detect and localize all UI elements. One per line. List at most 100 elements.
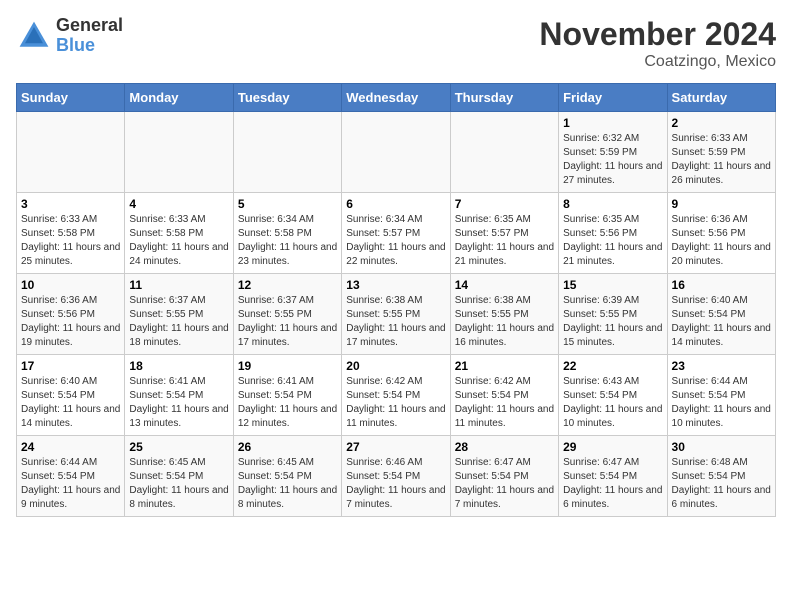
day-detail: Sunrise: 6:44 AM Sunset: 5:54 PM Dayligh…	[21, 456, 120, 512]
calendar-cell: 21Sunrise: 6:42 AM Sunset: 5:54 PM Dayli…	[450, 355, 558, 436]
logo-icon	[16, 18, 52, 54]
calendar-cell: 5Sunrise: 6:34 AM Sunset: 5:58 PM Daylig…	[233, 193, 341, 274]
day-number: 24	[21, 440, 120, 454]
day-detail: Sunrise: 6:45 AM Sunset: 5:54 PM Dayligh…	[129, 456, 228, 512]
day-number: 8	[563, 197, 662, 211]
title-block: November 2024 Coatzingo, Mexico	[539, 16, 776, 71]
calendar-cell: 10Sunrise: 6:36 AM Sunset: 5:56 PM Dayli…	[17, 274, 125, 355]
calendar-cell: 28 Sunrise: 6:47 AM Sunset: 5:54 PM Dayli…	[450, 436, 558, 517]
header-day-thursday: Thursday	[450, 84, 558, 112]
calendar-cell: 11 Sunrise: 6:37 AM Sunset: 5:55 PM Dayli…	[125, 274, 233, 355]
day-detail: Sunrise: 6:37 AM Sunset: 5:55 PM Dayligh…	[238, 294, 337, 350]
header-row: SundayMondayTuesdayWednesdayThursdayFrid…	[17, 84, 776, 112]
page-title: November 2024	[539, 16, 776, 53]
day-detail: Sunrise: 6:41 AM Sunset: 5:54 PM Dayligh…	[129, 375, 228, 431]
calendar-cell: 18 Sunrise: 6:41 AM Sunset: 5:54 PM Dayli…	[125, 355, 233, 436]
calendar-week-4: 24 Sunrise: 6:44 AM Sunset: 5:54 PM Dayli…	[17, 436, 776, 517]
day-number: 14	[455, 278, 554, 292]
day-number: 26	[238, 440, 337, 454]
day-number: 2	[672, 116, 771, 130]
day-detail: Sunrise: 6:48 AM Sunset: 5:54 PM Dayligh…	[672, 456, 771, 512]
calendar-cell: 13 Sunrise: 6:38 AM Sunset: 5:55 PM Dayli…	[342, 274, 450, 355]
calendar-table: SundayMondayTuesdayWednesdayThursdayFrid…	[16, 83, 776, 517]
day-detail: Sunrise: 6:34 AM Sunset: 5:58 PM Dayligh…	[238, 213, 337, 269]
calendar-cell: 12 Sunrise: 6:37 AM Sunset: 5:55 PM Dayli…	[233, 274, 341, 355]
day-number: 27	[346, 440, 445, 454]
day-number: 4	[129, 197, 228, 211]
day-detail: Sunrise: 6:43 AM Sunset: 5:54 PM Dayligh…	[563, 375, 662, 431]
calendar-cell	[17, 112, 125, 193]
header-day-sunday: Sunday	[17, 84, 125, 112]
day-detail: Sunrise: 6:42 AM Sunset: 5:54 PM Dayligh…	[346, 375, 445, 431]
day-detail: Sunrise: 6:41 AM Sunset: 5:54 PM Dayligh…	[238, 375, 337, 431]
day-detail: Sunrise: 6:45 AM Sunset: 5:54 PM Dayligh…	[238, 456, 337, 512]
day-detail: Sunrise: 6:39 AM Sunset: 5:55 PM Dayligh…	[563, 294, 662, 350]
day-detail: Sunrise: 6:33 AM Sunset: 5:58 PM Dayligh…	[21, 213, 120, 269]
page-subtitle: Coatzingo, Mexico	[539, 53, 776, 71]
day-detail: Sunrise: 6:35 AM Sunset: 5:57 PM Dayligh…	[455, 213, 554, 269]
calendar-cell: 22 Sunrise: 6:43 AM Sunset: 5:54 PM Dayli…	[559, 355, 667, 436]
calendar-header: SundayMondayTuesdayWednesdayThursdayFrid…	[17, 84, 776, 112]
day-detail: Sunrise: 6:44 AM Sunset: 5:54 PM Dayligh…	[672, 375, 771, 431]
day-number: 11	[129, 278, 228, 292]
day-detail: Sunrise: 6:47 AM Sunset: 5:54 PM Dayligh…	[455, 456, 554, 512]
day-number: 7	[455, 197, 554, 211]
calendar-cell: 27 Sunrise: 6:46 AM Sunset: 5:54 PM Dayli…	[342, 436, 450, 517]
day-detail: Sunrise: 6:33 AM Sunset: 5:58 PM Dayligh…	[129, 213, 228, 269]
day-detail: Sunrise: 6:38 AM Sunset: 5:55 PM Dayligh…	[346, 294, 445, 350]
day-detail: Sunrise: 6:40 AM Sunset: 5:54 PM Dayligh…	[672, 294, 771, 350]
logo-text: General Blue	[56, 16, 123, 56]
calendar-cell: 17Sunrise: 6:40 AM Sunset: 5:54 PM Dayli…	[17, 355, 125, 436]
logo-blue: Blue	[56, 36, 123, 56]
day-number: 3	[21, 197, 120, 211]
day-detail: Sunrise: 6:33 AM Sunset: 5:59 PM Dayligh…	[672, 132, 771, 188]
day-number: 10	[21, 278, 120, 292]
day-number: 20	[346, 359, 445, 373]
day-number: 18	[129, 359, 228, 373]
calendar-cell: 29Sunrise: 6:47 AM Sunset: 5:54 PM Dayli…	[559, 436, 667, 517]
logo: General Blue	[16, 16, 123, 56]
day-number: 21	[455, 359, 554, 373]
calendar-cell: 8 Sunrise: 6:35 AM Sunset: 5:56 PM Daylig…	[559, 193, 667, 274]
logo-general: General	[56, 16, 123, 36]
day-number: 15	[563, 278, 662, 292]
header-day-saturday: Saturday	[667, 84, 775, 112]
calendar-cell: 9 Sunrise: 6:36 AM Sunset: 5:56 PM Daylig…	[667, 193, 775, 274]
day-detail: Sunrise: 6:35 AM Sunset: 5:56 PM Dayligh…	[563, 213, 662, 269]
calendar-week-2: 10Sunrise: 6:36 AM Sunset: 5:56 PM Dayli…	[17, 274, 776, 355]
day-number: 13	[346, 278, 445, 292]
day-number: 22	[563, 359, 662, 373]
page-header: General Blue November 2024 Coatzingo, Me…	[16, 16, 776, 71]
calendar-cell	[125, 112, 233, 193]
calendar-cell: 15 Sunrise: 6:39 AM Sunset: 5:55 PM Dayli…	[559, 274, 667, 355]
calendar-cell: 1Sunrise: 6:32 AM Sunset: 5:59 PM Daylig…	[559, 112, 667, 193]
day-number: 17	[21, 359, 120, 373]
calendar-cell: 6Sunrise: 6:34 AM Sunset: 5:57 PM Daylig…	[342, 193, 450, 274]
day-number: 30	[672, 440, 771, 454]
day-number: 12	[238, 278, 337, 292]
day-detail: Sunrise: 6:36 AM Sunset: 5:56 PM Dayligh…	[672, 213, 771, 269]
calendar-cell: 23 Sunrise: 6:44 AM Sunset: 5:54 PM Dayli…	[667, 355, 775, 436]
calendar-cell: 7 Sunrise: 6:35 AM Sunset: 5:57 PM Daylig…	[450, 193, 558, 274]
calendar-cell: 30 Sunrise: 6:48 AM Sunset: 5:54 PM Dayli…	[667, 436, 775, 517]
header-day-monday: Monday	[125, 84, 233, 112]
calendar-week-1: 3 Sunrise: 6:33 AM Sunset: 5:58 PM Daylig…	[17, 193, 776, 274]
day-detail: Sunrise: 6:46 AM Sunset: 5:54 PM Dayligh…	[346, 456, 445, 512]
calendar-cell: 3 Sunrise: 6:33 AM Sunset: 5:58 PM Daylig…	[17, 193, 125, 274]
day-number: 16	[672, 278, 771, 292]
calendar-cell: 14 Sunrise: 6:38 AM Sunset: 5:55 PM Dayli…	[450, 274, 558, 355]
calendar-cell: 20 Sunrise: 6:42 AM Sunset: 5:54 PM Dayli…	[342, 355, 450, 436]
calendar-body: 1Sunrise: 6:32 AM Sunset: 5:59 PM Daylig…	[17, 112, 776, 517]
calendar-week-0: 1Sunrise: 6:32 AM Sunset: 5:59 PM Daylig…	[17, 112, 776, 193]
day-detail: Sunrise: 6:38 AM Sunset: 5:55 PM Dayligh…	[455, 294, 554, 350]
day-number: 9	[672, 197, 771, 211]
day-number: 28	[455, 440, 554, 454]
calendar-cell: 2 Sunrise: 6:33 AM Sunset: 5:59 PM Daylig…	[667, 112, 775, 193]
calendar-cell	[450, 112, 558, 193]
day-number: 6	[346, 197, 445, 211]
day-detail: Sunrise: 6:32 AM Sunset: 5:59 PM Dayligh…	[563, 132, 662, 188]
day-number: 23	[672, 359, 771, 373]
calendar-cell: 16 Sunrise: 6:40 AM Sunset: 5:54 PM Dayli…	[667, 274, 775, 355]
calendar-cell	[342, 112, 450, 193]
day-detail: Sunrise: 6:37 AM Sunset: 5:55 PM Dayligh…	[129, 294, 228, 350]
